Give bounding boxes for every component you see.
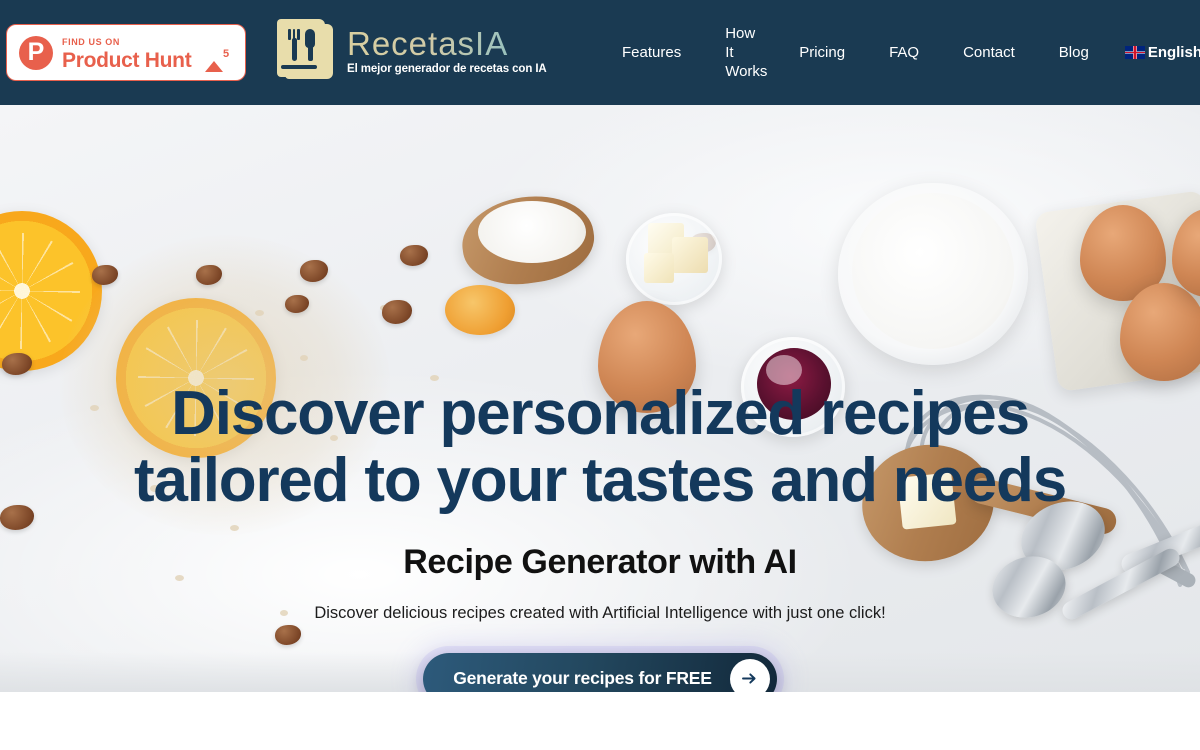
brand-logo[interactable]: RecetasIA El mejor generador de recetas … xyxy=(277,19,547,81)
product-hunt-badge[interactable]: P FIND US ON Product Hunt 5 xyxy=(6,24,246,81)
product-hunt-logo-icon: P xyxy=(19,35,53,70)
arrow-right-icon xyxy=(729,658,770,692)
brand-tagline: El mejor generador de recetas con IA xyxy=(347,62,547,75)
upvote-count: 5 xyxy=(222,47,230,60)
hero-copy: Discover personalized recipes tailored t… xyxy=(0,379,1200,692)
hero-section: Discover personalized recipes tailored t… xyxy=(0,105,1200,692)
product-hunt-text: FIND US ON Product Hunt xyxy=(62,32,203,72)
hero-headline: Discover personalized recipes tailored t… xyxy=(0,379,1200,515)
product-hunt-upvote[interactable]: 5 xyxy=(203,43,233,72)
product-hunt-title: Product Hunt xyxy=(62,49,192,73)
language-selector[interactable]: English xyxy=(1111,44,1200,61)
hero-headline-line1: Discover personalized recipes xyxy=(171,379,1030,448)
upvote-triangle-icon xyxy=(204,43,223,72)
language-label: English xyxy=(1147,44,1200,61)
nav-item-contact[interactable]: Contact xyxy=(941,43,1037,62)
site-header: P FIND US ON Product Hunt 5 RecetasIA El… xyxy=(0,0,1200,105)
nav-item-faq[interactable]: FAQ xyxy=(867,43,941,62)
nav-item-pricing[interactable]: Pricing xyxy=(777,43,867,62)
generate-recipes-button[interactable]: Generate your recipes for FREE xyxy=(423,652,777,692)
main-navigation: Features How It Works Pricing FAQ Contac… xyxy=(600,0,1200,105)
brand-name: RecetasIA xyxy=(347,27,547,62)
product-hunt-kicker: FIND US ON xyxy=(62,37,121,48)
page-footer-space xyxy=(0,692,1200,750)
brand-text: RecetasIA El mejor generador de recetas … xyxy=(347,25,547,75)
hero-subheading: Recipe Generator with AI xyxy=(403,542,797,581)
nav-item-how-it-works[interactable]: How It Works xyxy=(703,24,777,82)
nav-item-features[interactable]: Features xyxy=(600,43,703,62)
nav-item-blog[interactable]: Blog xyxy=(1037,43,1111,62)
uk-flag-icon xyxy=(1124,46,1145,59)
recipe-book-icon xyxy=(277,19,333,81)
hero-cta-wrapper: Generate your recipes for FREE xyxy=(0,652,1200,692)
generate-recipes-button-label: Generate your recipes for FREE xyxy=(453,668,712,689)
hero-description: Discover delicious recipes created with … xyxy=(314,603,886,622)
product-hunt-logo-letter: P xyxy=(27,38,45,66)
hero-headline-line2: tailored to your tastes and needs xyxy=(134,445,1067,515)
